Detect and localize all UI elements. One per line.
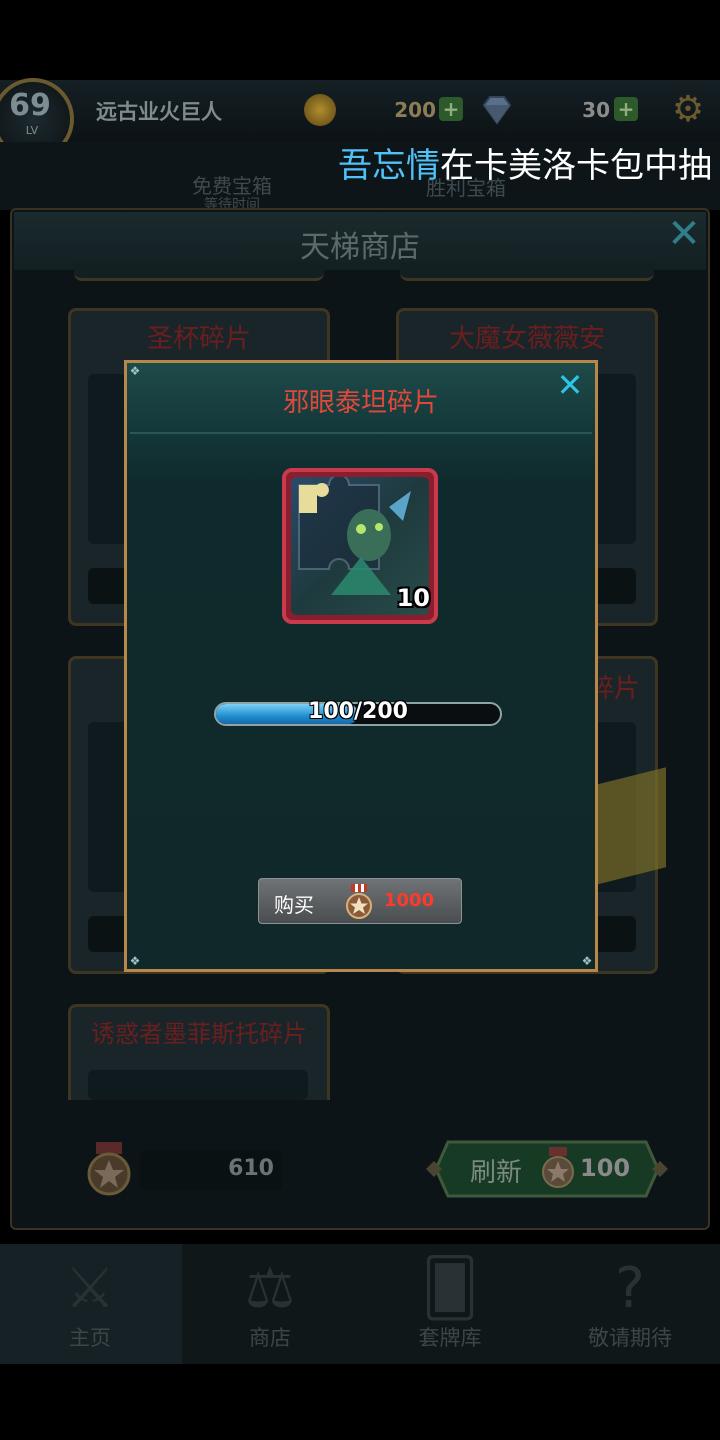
refresh-cost: 100: [580, 1154, 631, 1182]
dialog-divider: [130, 432, 592, 434]
dialog-title: 邪眼泰坦碎片: [282, 388, 439, 418]
shop-card-label: 诱惑者墨菲斯托碎片: [91, 1020, 307, 1048]
shard-progress-text: 100/200: [308, 699, 408, 724]
honor-badge-icon: [346, 884, 372, 919]
nav-shop-label: 商店: [249, 1326, 291, 1350]
corner-ornament: ❖: [129, 954, 141, 968]
shop-card-stub: [74, 262, 324, 281]
question-icon: ?: [615, 1256, 645, 1321]
scales-icon: ⚖: [244, 1256, 296, 1321]
buy-cost: 1000: [384, 890, 435, 911]
shop-close-button[interactable]: ✕: [664, 212, 704, 256]
ribbon-decoration: [596, 767, 666, 885]
add-gems-button[interactable]: +: [614, 97, 638, 121]
corner-ornament: ❖: [581, 954, 593, 968]
coin-amount: 200: [394, 98, 436, 122]
nav-home-label: 主页: [69, 1326, 111, 1350]
buy-label: 购买: [274, 893, 314, 917]
gem-icon: [482, 96, 512, 125]
honor-badge-icon: [542, 1147, 574, 1188]
level-caption: LV: [25, 124, 39, 137]
honor-points: 610: [228, 1156, 274, 1181]
honor-badge-icon: [87, 1142, 131, 1196]
nav-coming-soon-label: 敬请期待: [588, 1326, 672, 1350]
ticker-message: 在卡美洛卡包中抽: [440, 146, 712, 186]
shop-title: 天梯商店: [300, 230, 420, 265]
nav-deck-label: 套牌库: [418, 1326, 482, 1350]
cards-icon: 🂠: [421, 1256, 479, 1321]
swords-icon: ⚔: [64, 1256, 116, 1321]
dialog-close-button[interactable]: ✕: [552, 366, 588, 404]
shop-card-stub: [400, 262, 654, 281]
announcement-ticker: 吾忘情在卡美洛卡包中抽: [338, 138, 712, 187]
player-name: 远古业火巨人: [96, 99, 222, 124]
shop-card-label: 圣杯碎片: [146, 324, 251, 354]
corner-ornament: ❖: [129, 364, 141, 378]
coin-icon: [304, 94, 336, 126]
shop-card-label: 大魔女薇薇安: [448, 324, 605, 354]
item-quantity: 10: [396, 584, 430, 612]
player-level: 69: [9, 88, 51, 123]
gem-amount: 30: [582, 98, 610, 122]
ticker-player-name: 吾忘情: [338, 146, 440, 186]
refresh-label: 刷新: [470, 1158, 523, 1188]
gear-icon[interactable]: ⚙: [668, 90, 708, 130]
add-coins-button[interactable]: +: [439, 97, 463, 121]
shop-card-image: [88, 1070, 308, 1100]
